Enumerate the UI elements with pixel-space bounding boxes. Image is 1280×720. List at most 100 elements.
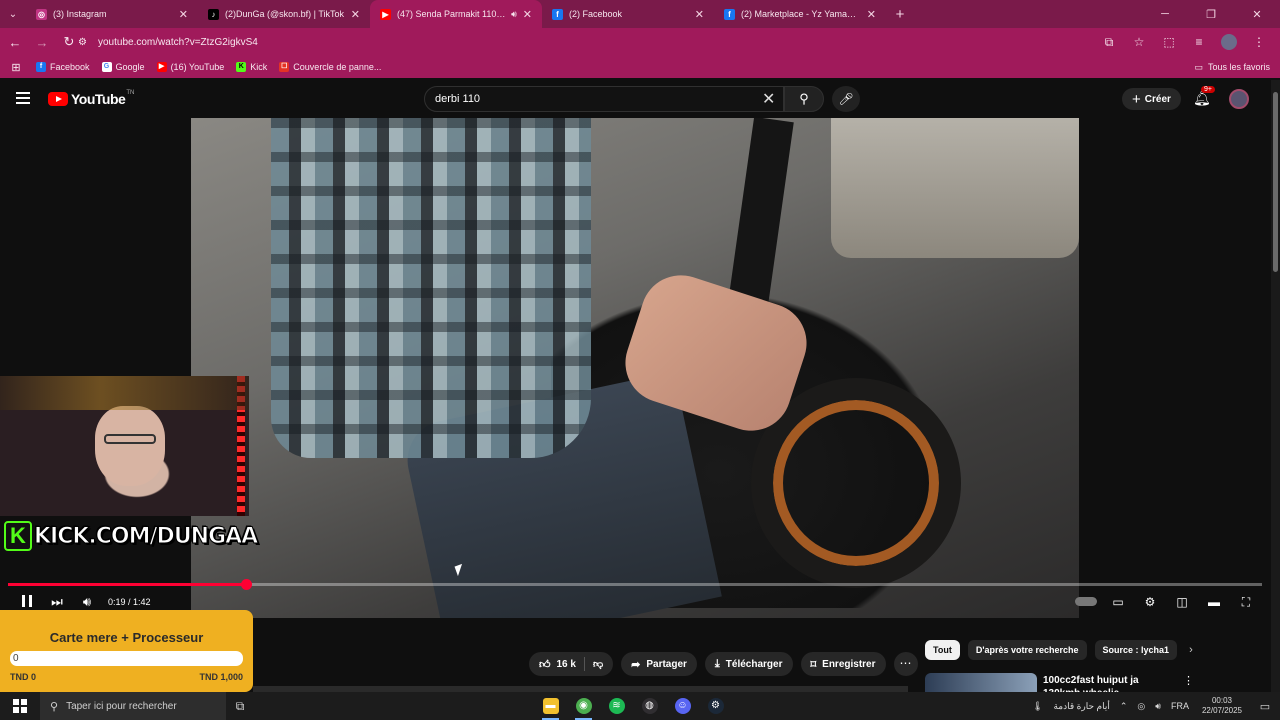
notification-center-icon[interactable]: ▭ xyxy=(1255,700,1275,713)
taskbar-app[interactable]: ◉ xyxy=(567,692,600,720)
all-bookmarks[interactable]: ▭ Tous les favoris xyxy=(1194,56,1270,78)
recommendation-thumbnail[interactable] xyxy=(925,673,1037,693)
browser-tab[interactable]: ◎ (3) Instagram ✕ xyxy=(26,0,198,28)
scrollbar-thumb[interactable] xyxy=(1273,92,1278,272)
filter-chip[interactable]: D'après votre recherche xyxy=(967,640,1087,660)
taskbar-search[interactable]: ⚲ Taper ici pour rechercher xyxy=(40,692,226,720)
profile-avatar[interactable] xyxy=(1221,34,1237,50)
close-tab-icon[interactable]: ✕ xyxy=(523,8,532,21)
create-button[interactable]: + Créer xyxy=(1122,88,1181,110)
search-input[interactable]: derbi 110 xyxy=(424,86,784,112)
dislike-icon[interactable]: 👎︎ xyxy=(593,658,603,670)
tab-search-icon[interactable]: ⌄ xyxy=(0,0,26,28)
bookmark-item[interactable]: G Google xyxy=(101,62,145,72)
browser-menu-icon[interactable]: ⋮ xyxy=(1244,35,1274,49)
tray-chevron-icon[interactable]: ⌃ xyxy=(1120,701,1128,712)
pause-button[interactable] xyxy=(12,594,42,610)
account-avatar[interactable] xyxy=(1229,89,1249,109)
start-button[interactable] xyxy=(0,692,40,720)
weather-text[interactable]: أيام حارة قادمة xyxy=(1053,701,1109,712)
download-button[interactable]: ⤓ Télécharger xyxy=(704,652,793,676)
weather-icon: 🌡︎ xyxy=(1032,700,1044,711)
taskbar-app[interactable]: ◍ xyxy=(633,692,666,720)
recommendation-title[interactable]: 100cc2fast huiput ja 130kmh wheelie xyxy=(1043,674,1173,694)
cast-icon[interactable]: ⧉ xyxy=(1094,35,1124,50)
instagram-icon: ◎ xyxy=(36,8,47,20)
close-tab-icon[interactable]: ✕ xyxy=(695,8,704,21)
page-scrollbar[interactable] xyxy=(1271,80,1280,692)
search-button[interactable]: ⚲ xyxy=(784,86,824,112)
close-tab-icon[interactable]: ✕ xyxy=(867,8,876,21)
minimize-icon[interactable]: ─ xyxy=(1142,0,1188,28)
back-icon[interactable]: ← xyxy=(3,35,27,50)
close-window-icon[interactable]: ✕ xyxy=(1234,0,1280,28)
like-count[interactable]: 16 k xyxy=(557,659,576,670)
miniplayer-icon[interactable]: ◫ xyxy=(1166,595,1198,609)
youtube-logo[interactable]: YouTube TN xyxy=(48,90,134,107)
apps-grid-icon[interactable]: ⊞ xyxy=(0,61,32,74)
browser-tabstrip: ⌄ ◎ (3) Instagram ✕ ♪ (2)DunGa (@skon.bf) | … xyxy=(0,0,1280,28)
network-icon[interactable]: ◎ xyxy=(1137,701,1145,712)
new-tab-button[interactable]: + xyxy=(886,6,914,23)
google-icon: G xyxy=(101,62,112,72)
youtube-wordmark: YouTube xyxy=(71,91,126,107)
speaker-icon[interactable]: 🔊︎ xyxy=(1155,701,1161,712)
fullscreen-icon[interactable]: ⛶ xyxy=(1230,595,1262,610)
autoplay-toggle[interactable] xyxy=(1070,595,1102,609)
next-video-icon[interactable]: ⏭︎ xyxy=(42,594,72,610)
notification-badge: 9+ xyxy=(1201,86,1215,93)
save-button[interactable]: ⌑ Enregistrer xyxy=(800,652,886,676)
site-info-icon[interactable]: ⚙ xyxy=(78,37,98,48)
bookmark-item[interactable]: ▶ (16) YouTube xyxy=(156,62,225,72)
browser-tab[interactable]: ▶ (47) Senda Parmakit 110 - Y 🔊︎ ✕ xyxy=(370,0,542,28)
address-bar[interactable]: ⚙ youtube.com/watch?v=ZtzG2igkvS4 xyxy=(78,31,1098,53)
tab-title: (2)DunGa (@skon.bf) | TikTok xyxy=(225,9,345,19)
taskbar-clock[interactable]: 00:03 22/07/2025 xyxy=(1202,696,1242,716)
bookmark-label: (16) YouTube xyxy=(170,62,225,72)
bookmark-item[interactable]: f Facebook xyxy=(36,62,90,72)
more-actions-icon[interactable]: ⋯ xyxy=(893,652,918,676)
taskbar-app[interactable]: ▬ xyxy=(534,692,567,720)
goal-progress-bar: 0 xyxy=(10,651,243,666)
reading-list-icon[interactable]: ≡ xyxy=(1184,35,1214,49)
video-player[interactable] xyxy=(191,118,1079,618)
filter-chip[interactable]: Tout xyxy=(925,640,960,660)
taskbar-app[interactable]: ⚙ xyxy=(699,692,732,720)
voice-search-button[interactable]: 🎤︎ xyxy=(832,86,860,112)
taskbar-app[interactable]: ☺ xyxy=(666,692,699,720)
like-icon[interactable]: 👍︎ xyxy=(539,658,551,671)
task-view-icon[interactable]: ⧉ xyxy=(226,699,254,714)
tab-audio-icon[interactable]: 🔊︎ xyxy=(511,9,517,20)
filter-chip[interactable]: Source : lycha1 xyxy=(1094,640,1178,660)
subtitles-icon[interactable]: ▭ xyxy=(1102,595,1134,609)
system-tray: 🌡︎ أيام حارة قادمة ⌃ ◎ 🔊︎ FRA 00:03 22/0… xyxy=(1027,692,1280,720)
tab-list: ◎ (3) Instagram ✕ ♪ (2)DunGa (@skon.bf) | Ti… xyxy=(26,0,886,28)
browser-tab[interactable]: ♪ (2)DunGa (@skon.bf) | TikTok ✕ xyxy=(198,0,370,28)
like-dislike-group: 👍︎ 16 k 👎︎ xyxy=(529,652,614,676)
chevron-right-icon[interactable]: › xyxy=(1189,644,1193,656)
clear-search-icon[interactable]: ✕ xyxy=(762,89,775,109)
bookmark-star-icon[interactable]: ☆ xyxy=(1124,35,1154,49)
theater-mode-icon[interactable]: ▬ xyxy=(1198,595,1230,609)
close-tab-icon[interactable]: ✕ xyxy=(351,8,360,21)
share-button[interactable]: ➦ Partager xyxy=(621,652,697,676)
language-indicator[interactable]: FRA xyxy=(1171,701,1189,711)
extensions-icon[interactable]: ⬚ xyxy=(1154,35,1184,49)
taskbar-app[interactable]: ≋ xyxy=(600,692,633,720)
forward-icon[interactable]: → xyxy=(30,35,54,50)
download-icon: ⤓ xyxy=(714,657,720,670)
restore-icon[interactable]: ❐ xyxy=(1188,0,1234,28)
progress-bar[interactable] xyxy=(8,579,1262,590)
browser-tab[interactable]: f (2) Facebook ✕ xyxy=(542,0,714,28)
recommendation-menu-icon[interactable]: ⋮ xyxy=(1183,674,1194,687)
volume-icon[interactable]: 🔊︎ xyxy=(72,594,102,610)
bookmark-item[interactable]: K Kick xyxy=(236,62,267,72)
close-tab-icon[interactable]: ✕ xyxy=(179,8,188,21)
notifications-button[interactable]: 🔔︎ 9+ xyxy=(1193,86,1215,107)
settings-gear-icon[interactable]: ⚙ xyxy=(1134,595,1166,609)
webcam-overlay xyxy=(0,376,249,516)
taskbar-search-placeholder: Taper ici pour rechercher xyxy=(66,700,177,712)
menu-icon[interactable] xyxy=(16,92,30,104)
browser-tab[interactable]: f (2) Marketplace - Yz Yamaha 🔥 ✕ xyxy=(714,0,886,28)
bookmark-item[interactable]: ☐ Couvercle de panne... xyxy=(279,62,381,72)
